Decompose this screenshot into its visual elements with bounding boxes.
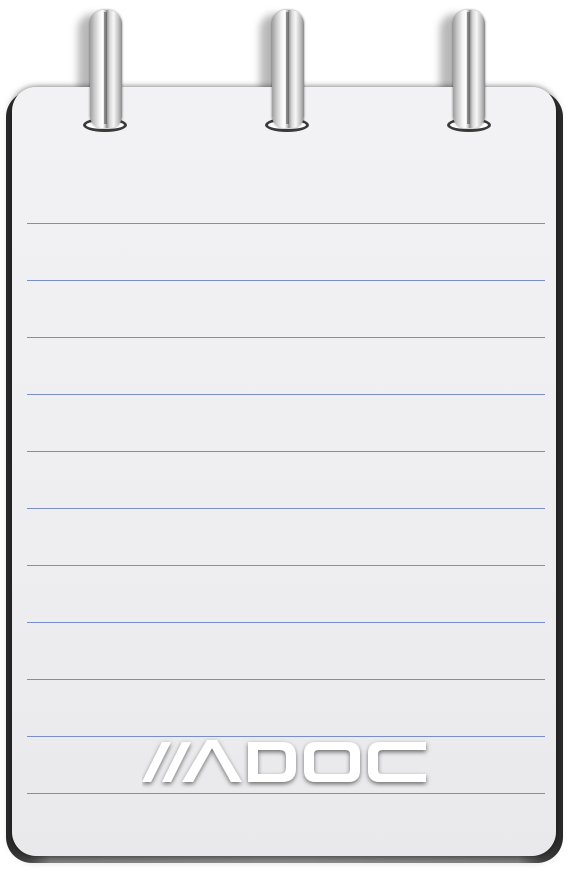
- ruled-line: [27, 394, 545, 395]
- ruled-line: [27, 508, 545, 509]
- binder-ring: [272, 10, 304, 128]
- ruled-line: [27, 337, 545, 338]
- ruled-line: [27, 451, 545, 452]
- ruled-line: [27, 622, 545, 623]
- binder-ring: [90, 10, 122, 128]
- ruled-line: [27, 223, 545, 224]
- adoc-logo: [142, 740, 426, 782]
- ruled-line: [27, 793, 545, 794]
- ruled-line: [27, 565, 545, 566]
- ruled-line: [27, 679, 545, 680]
- binder-ring: [453, 10, 485, 128]
- ruled-line: [27, 280, 545, 281]
